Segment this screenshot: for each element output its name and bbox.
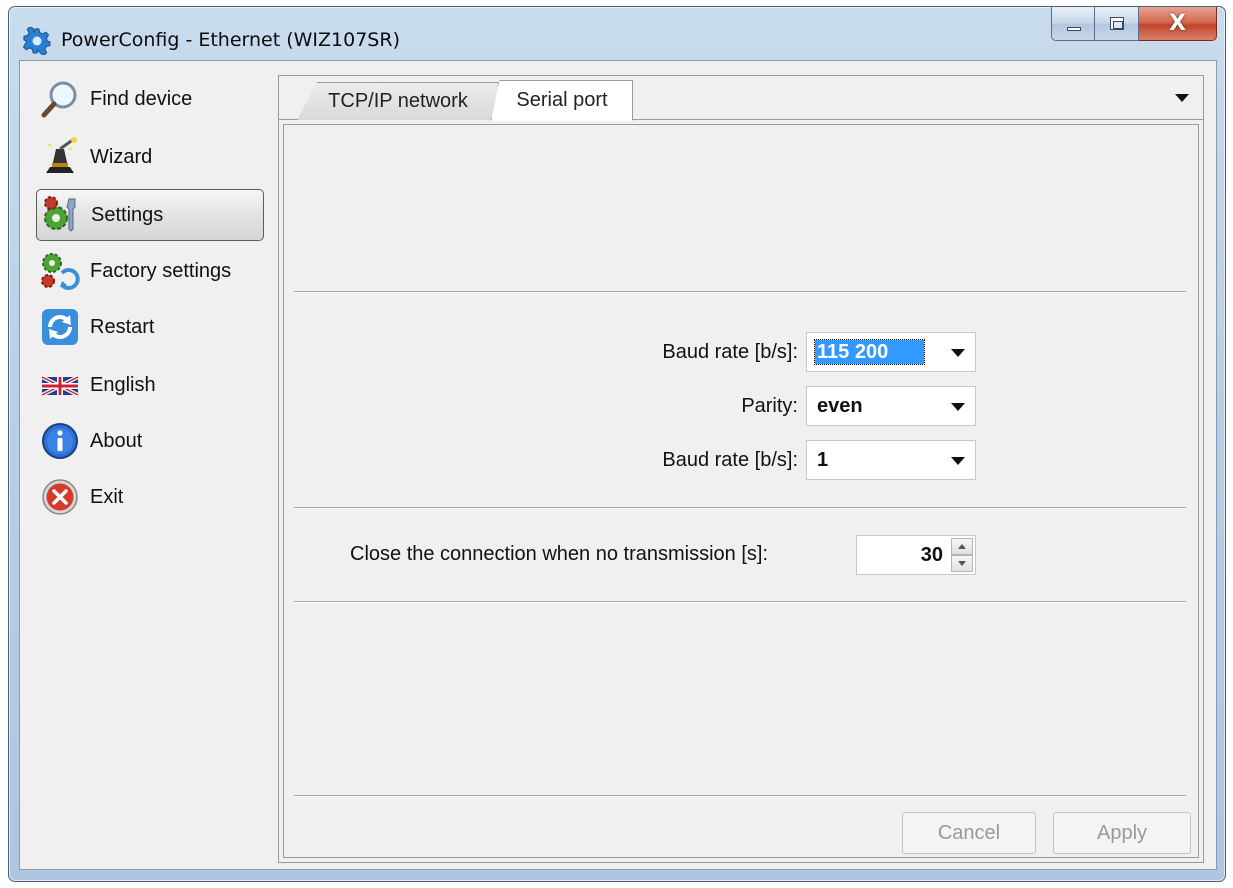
sidebar-item-label: Find device	[90, 87, 193, 110]
tab-serial-port[interactable]: Serial port	[491, 80, 633, 121]
chevron-down-icon	[951, 403, 965, 411]
parity-label: Parity:	[741, 395, 798, 417]
sidebar-item-settings[interactable]: Settings	[36, 189, 264, 241]
sidebar-item-label: Exit	[90, 485, 124, 508]
minimize-button[interactable]	[1051, 7, 1095, 41]
exit-icon	[42, 479, 78, 515]
sidebar-item-find-device[interactable]: Find device	[36, 73, 264, 125]
minimize-icon	[1067, 27, 1081, 31]
tab-tcp-ip-network[interactable]: TCP/IP network	[297, 82, 499, 120]
timeout-value: 30	[920, 544, 943, 566]
sidebar-item-label: Restart	[90, 315, 155, 338]
wizard-hat-icon	[46, 137, 77, 173]
separator	[294, 601, 1186, 602]
sidebar-item-english[interactable]: English	[36, 359, 264, 411]
spin-up-button[interactable]	[951, 538, 973, 555]
apply-button[interactable]: Apply	[1053, 812, 1191, 854]
maximize-button[interactable]	[1095, 7, 1139, 41]
parity-select[interactable]: even	[806, 386, 976, 426]
sidebar-item-restart[interactable]: Restart	[36, 301, 264, 353]
gear-icon	[23, 27, 51, 55]
baud-rate-select[interactable]: 115 200	[806, 332, 976, 372]
separator	[294, 507, 1186, 508]
separator	[294, 291, 1186, 292]
timeout-label: Close the connection when no transmissio…	[350, 543, 768, 565]
magnifier-icon	[41, 81, 77, 118]
sidebar-item-wizard[interactable]: Wizard	[36, 131, 264, 183]
sidebar-item-label: Factory settings	[90, 259, 232, 282]
settings-tab-panel: TCP/IP network Serial port Baud rate [b/…	[278, 75, 1204, 863]
sidebar-item-label: Settings	[91, 203, 164, 226]
spinner-buttons	[951, 538, 973, 572]
close-icon: X	[1169, 11, 1186, 36]
spin-down-button[interactable]	[951, 555, 973, 572]
chevron-down-icon	[951, 349, 965, 357]
stop-bits-label: Baud rate [b/s]:	[662, 449, 798, 471]
tab-list-dropdown-icon[interactable]	[1173, 88, 1191, 106]
factory-gears-icon	[41, 253, 80, 290]
chevron-down-icon	[951, 457, 965, 465]
stop-bits-value: 1	[817, 449, 829, 471]
stop-bits-select[interactable]: 1	[806, 440, 976, 480]
parity-value: even	[817, 395, 863, 417]
close-button[interactable]: X	[1139, 7, 1217, 41]
info-icon	[42, 423, 78, 459]
settings-gears-icon	[44, 196, 76, 232]
window-title: PowerConfig - Ethernet (WIZ107SR)	[61, 29, 400, 51]
cancel-button[interactable]: Cancel	[902, 812, 1036, 854]
title-bar[interactable]: PowerConfig - Ethernet (WIZ107SR)	[9, 7, 1225, 61]
window-client-area: Find device Wizard Settings Factory sett…	[19, 60, 1217, 870]
sidebar-item-label: Wizard	[90, 145, 153, 168]
baud-rate-label: Baud rate [b/s]:	[662, 341, 798, 363]
sidebar-item-label: English	[90, 373, 156, 396]
sidebar-item-about[interactable]: About	[36, 415, 264, 467]
sidebar-item-label: About	[90, 429, 143, 452]
serial-port-content: Baud rate [b/s]: 115 200 Parity: even Ba…	[283, 124, 1199, 858]
timeout-spinner[interactable]: 30	[856, 535, 976, 575]
baud-rate-value: 115 200	[813, 339, 926, 365]
sidebar: Find device Wizard Settings Factory sett…	[20, 61, 278, 869]
window-controls: X	[1051, 7, 1217, 43]
tab-strip: TCP/IP network Serial port	[279, 76, 1203, 121]
maximize-icon	[1110, 17, 1124, 30]
uk-flag-icon	[41, 375, 79, 397]
separator	[294, 795, 1186, 796]
sidebar-item-factory-settings[interactable]: Factory settings	[36, 245, 264, 297]
sidebar-item-exit[interactable]: Exit	[36, 471, 264, 523]
refresh-icon	[42, 309, 78, 345]
